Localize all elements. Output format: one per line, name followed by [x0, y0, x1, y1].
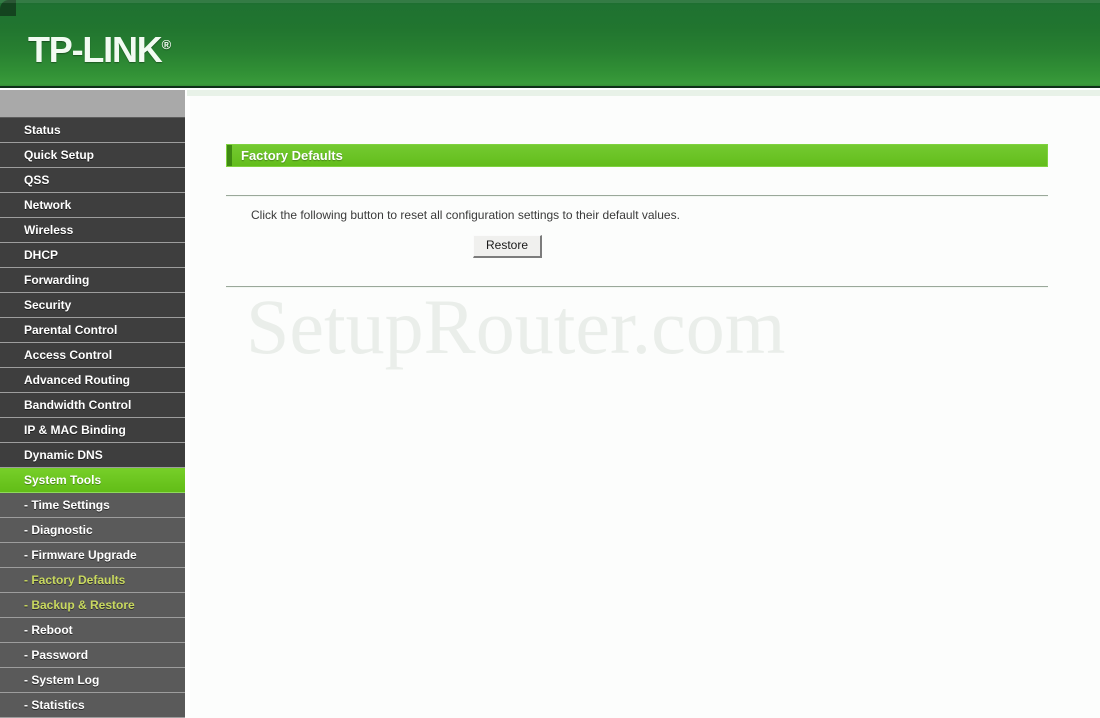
panel-title-bar: Factory Defaults — [226, 144, 1048, 167]
brand-text: TP-LINK — [28, 29, 163, 70]
sidebar-item-qss[interactable]: QSS — [0, 168, 185, 193]
sidebar-item-bandwidth-control[interactable]: Bandwidth Control — [0, 393, 185, 418]
sidebar-navigation: Status Quick Setup QSS Network Wireless DHCP F… — [0, 90, 187, 718]
sidebar-item-security[interactable]: Security — [0, 293, 185, 318]
sidebar-item-network[interactable]: Network — [0, 193, 185, 218]
sidebar-item-time-settings[interactable]: - Time Settings — [0, 493, 185, 518]
page-title: Factory Defaults — [241, 148, 343, 163]
sidebar-item-system-tools[interactable]: System Tools — [0, 468, 185, 493]
divider-top — [226, 195, 1048, 197]
sidebar-item-dynamic-dns[interactable]: Dynamic DNS — [0, 443, 185, 468]
sidebar-item-wireless[interactable]: Wireless — [0, 218, 185, 243]
page-header: TP-LINK® — [0, 0, 1100, 88]
divider-bottom — [226, 286, 1048, 288]
tp-link-logo: TP-LINK® — [28, 29, 171, 71]
registered-trademark-icon: ® — [161, 37, 172, 52]
sidebar-top-spacer — [0, 90, 185, 118]
main-content-area: SetupRouter.com Factory Defaults Click t… — [190, 96, 1100, 718]
restore-button[interactable]: Restore — [473, 235, 543, 258]
description-text: Click the following button to reset all … — [251, 208, 680, 222]
sidebar-item-backup-and-restore[interactable]: - Backup & Restore — [0, 593, 185, 618]
router-admin-page: TP-LINK® Status Quick Setup QSS Network Wire… — [0, 0, 1100, 718]
sidebar-item-quick-setup[interactable]: Quick Setup — [0, 143, 185, 168]
sidebar-item-diagnostic[interactable]: - Diagnostic — [0, 518, 185, 543]
sidebar-menu-list: Status Quick Setup QSS Network Wireless DHCP F… — [0, 118, 185, 718]
sidebar-item-forwarding[interactable]: Forwarding — [0, 268, 185, 293]
sidebar-item-access-control[interactable]: Access Control — [0, 343, 185, 368]
sidebar-item-system-log[interactable]: - System Log — [0, 668, 185, 693]
watermark-text: SetupRouter.com — [246, 283, 786, 370]
sidebar-item-parental-control[interactable]: Parental Control — [0, 318, 185, 343]
sidebar-item-status[interactable]: Status — [0, 118, 185, 143]
restore-button-wrapper: Restore — [473, 235, 543, 258]
sidebar-item-statistics[interactable]: - Statistics — [0, 693, 185, 718]
sidebar-item-dhcp[interactable]: DHCP — [0, 243, 185, 268]
sidebar-item-reboot[interactable]: - Reboot — [0, 618, 185, 643]
sidebar-item-ip-and-mac-binding[interactable]: IP & MAC Binding — [0, 418, 185, 443]
sidebar-item-firmware-upgrade[interactable]: - Firmware Upgrade — [0, 543, 185, 568]
sidebar-item-password[interactable]: - Password — [0, 643, 185, 668]
sidebar-item-advanced-routing[interactable]: Advanced Routing — [0, 368, 185, 393]
sidebar-item-factory-defaults[interactable]: - Factory Defaults — [0, 568, 185, 593]
